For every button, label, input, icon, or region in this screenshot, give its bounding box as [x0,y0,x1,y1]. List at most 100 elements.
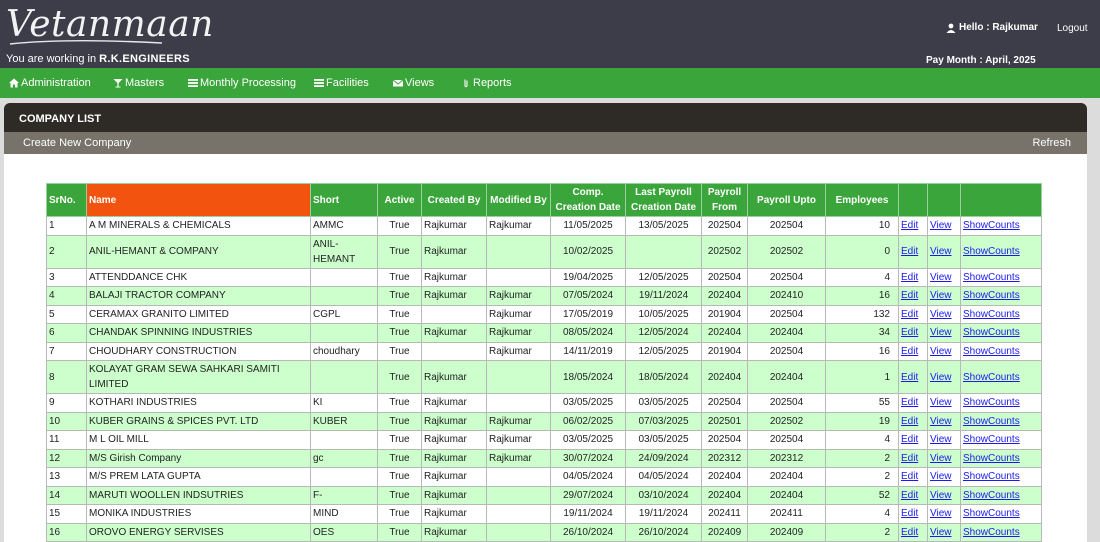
nav-facilities[interactable]: Facilities [314,77,369,89]
cell-edit-link: Edit [898,393,928,413]
cell-view-link: View [927,341,961,361]
edit-link[interactable]: Edit [901,397,918,408]
view-link[interactable]: View [930,416,952,427]
cell-edit-link: Edit [898,304,928,324]
header-active[interactable]: Active [377,183,422,217]
header-payroll-upto[interactable]: Payroll Upto [747,183,826,217]
edit-link[interactable]: Edit [901,272,918,283]
view-link[interactable]: View [930,490,952,501]
edit-link[interactable]: Edit [901,527,918,538]
view-link[interactable]: View [930,309,952,320]
show-counts-link[interactable]: ShowCounts [963,372,1020,383]
show-counts-link[interactable]: ShowCounts [963,490,1020,501]
cell-comp-date: 19/11/2024 [550,504,626,524]
cell-active: True [377,234,422,269]
view-link[interactable]: View [930,272,952,283]
nav-administration[interactable]: Administration [9,77,91,89]
view-link[interactable]: View [930,527,952,538]
cell-created-by: Rajkumar [421,485,487,505]
view-link[interactable]: View [930,372,952,383]
cell-view-link: View [927,485,961,505]
header-modified-by[interactable]: Modified By [486,183,551,217]
header-last-payroll-date[interactable]: Last Payroll Creation Date [625,183,702,217]
edit-link[interactable]: Edit [901,453,918,464]
nav-views[interactable]: Views [393,77,434,89]
nav-label: Masters [125,77,165,89]
cell-payroll-from: 201904 [701,341,748,361]
cell-employees: 16 [825,286,899,306]
view-link[interactable]: View [930,453,952,464]
logout-link[interactable]: Logout [1057,23,1088,34]
view-link[interactable]: View [930,327,952,338]
nav-reports[interactable]: Reports [461,77,512,89]
view-link[interactable]: View [930,508,952,519]
cell-last-payroll: 19/11/2024 [625,504,702,524]
edit-link[interactable]: Edit [901,309,918,320]
cell-payroll-from: 202312 [701,448,748,468]
show-counts-link[interactable]: ShowCounts [963,327,1020,338]
show-counts-link[interactable]: ShowCounts [963,220,1020,231]
cell-active: True [377,286,422,306]
refresh-button[interactable]: Refresh [1032,137,1071,149]
view-link[interactable]: View [930,346,952,357]
show-counts-link[interactable]: ShowCounts [963,309,1020,320]
cell-edit-link: Edit [898,485,928,505]
nav-monthly-processing[interactable]: Monthly Processing [188,77,296,89]
edit-link[interactable]: Edit [901,490,918,501]
edit-link[interactable]: Edit [901,372,918,383]
edit-link[interactable]: Edit [901,471,918,482]
show-counts-link[interactable]: ShowCounts [963,416,1020,427]
view-link[interactable]: View [930,397,952,408]
cell-employees: 0 [825,234,899,269]
show-counts-link[interactable]: ShowCounts [963,272,1020,283]
edit-link[interactable]: Edit [901,416,918,427]
header-comp-creation-date[interactable]: Comp. Creation Date [550,183,626,217]
view-link[interactable]: View [930,246,952,257]
cell-employees: 132 [825,304,899,324]
cell-modified-by [486,522,551,542]
cell-active: True [377,448,422,468]
header-created-by[interactable]: Created By [421,183,487,217]
cell-show-counts-link: ShowCounts [960,393,1042,413]
cell-view-link: View [927,430,961,450]
edit-link[interactable]: Edit [901,346,918,357]
view-link[interactable]: View [930,434,952,445]
cell-modified-by: Rajkumar [486,216,551,236]
cell-employees: 34 [825,323,899,343]
cell-active: True [377,485,422,505]
edit-link[interactable]: Edit [901,434,918,445]
edit-link[interactable]: Edit [901,327,918,338]
show-counts-link[interactable]: ShowCounts [963,246,1020,257]
show-counts-link[interactable]: ShowCounts [963,290,1020,301]
cell-comp-date: 29/07/2024 [550,485,626,505]
cell-comp-date: 03/05/2025 [550,393,626,413]
show-counts-link[interactable]: ShowCounts [963,434,1020,445]
show-counts-link[interactable]: ShowCounts [963,527,1020,538]
header-name[interactable]: Name [86,183,311,217]
cell-comp-date: 06/02/2025 [550,411,626,431]
header-payroll-from[interactable]: Payroll From [701,183,748,217]
show-counts-link[interactable]: ShowCounts [963,508,1020,519]
create-company-button[interactable]: Create New Company [23,137,131,149]
header-short[interactable]: Short [310,183,378,217]
show-counts-link[interactable]: ShowCounts [963,471,1020,482]
edit-link[interactable]: Edit [901,220,918,231]
show-counts-link[interactable]: ShowCounts [963,453,1020,464]
cell-modified-by: Rajkumar [486,430,551,450]
cell-name: MONIKA INDUSTRIES [86,504,311,524]
cell-last-payroll: 10/05/2025 [625,304,702,324]
edit-link[interactable]: Edit [901,508,918,519]
view-link[interactable]: View [930,290,952,301]
view-link[interactable]: View [930,471,952,482]
cell-payroll-upto: 202404 [747,485,826,505]
nav-masters[interactable]: Masters [113,77,164,89]
header-employees[interactable]: Employees [825,183,899,217]
cell-created-by: Rajkumar [421,467,487,487]
show-counts-link[interactable]: ShowCounts [963,397,1020,408]
edit-link[interactable]: Edit [901,290,918,301]
edit-link[interactable]: Edit [901,246,918,257]
show-counts-link[interactable]: ShowCounts [963,346,1020,357]
view-link[interactable]: View [930,220,952,231]
cell-modified-by: Rajkumar [486,341,551,361]
header-srno[interactable]: SrNo. [46,183,87,217]
